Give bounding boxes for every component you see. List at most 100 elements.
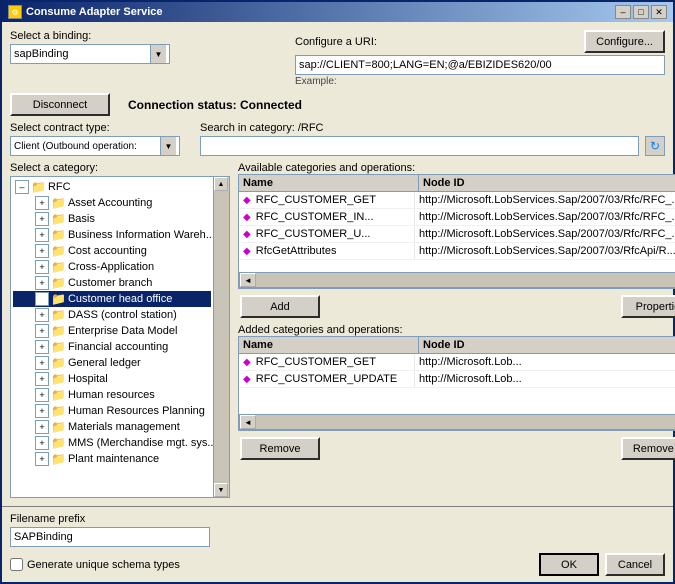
tree-item-biw[interactable]: + 📁 Business Information Wareh... xyxy=(13,227,211,243)
tree-item-edm[interactable]: + 📁 Enterprise Data Model xyxy=(13,323,211,339)
window-title: Consume Adapter Service xyxy=(26,6,163,18)
folder-icon-finacc: 📁 xyxy=(51,340,66,354)
added-row-0[interactable]: ◆ RFC_CUSTOMER_GET http://Microsoft.Lob.… xyxy=(239,354,675,371)
avail-body-with-scroll: ◆ RFC_CUSTOMER_GET http://Microsoft.LobS… xyxy=(239,192,675,272)
avail-cell-name-3: ◆ RfcGetAttributes xyxy=(239,243,415,259)
tree-expand-mms[interactable]: + xyxy=(35,436,49,450)
tree-item-mms[interactable]: + 📁 MMS (Merchandise mgt. sys... xyxy=(13,435,211,451)
avail-h-track xyxy=(256,273,675,287)
tree-item-cost[interactable]: + 📁 Cost accounting xyxy=(13,243,211,259)
added-diamond-1: ◆ xyxy=(243,374,251,385)
available-table: Name Node ID ◆ RFC_CUSTOMER_G xyxy=(238,174,675,289)
avail-row-3[interactable]: ◆ RfcGetAttributes http://Microsoft.LobS… xyxy=(239,243,675,260)
contract-type-section: Select contract type: Client (Outbound o… xyxy=(10,122,180,156)
folder-icon: 📁 xyxy=(31,180,46,194)
filename-input[interactable] xyxy=(10,527,210,547)
added-row-1[interactable]: ◆ RFC_CUSTOMER_UPDATE http://Microsoft.L… xyxy=(239,371,675,388)
main-area: Select a category: – 📁 RFC xyxy=(10,162,665,498)
tree-h-scrollbar[interactable]: ◄ ► xyxy=(11,497,229,498)
added-rows-area: ◆ RFC_CUSTOMER_GET http://Microsoft.Lob.… xyxy=(239,354,675,414)
ok-button[interactable]: OK xyxy=(539,553,599,576)
tree-expand-plant[interactable]: + xyxy=(35,452,49,466)
tree-item-hospital[interactable]: + 📁 Hospital xyxy=(13,371,211,387)
window-icon: ⚙ xyxy=(8,5,22,19)
folder-icon-plant: 📁 xyxy=(51,452,66,466)
remove-all-button[interactable]: Remove All xyxy=(621,437,675,460)
disconnect-button[interactable]: Disconnect xyxy=(10,93,110,116)
tree-scroll-area[interactable]: – 📁 RFC + 📁 Asset Accounting xyxy=(11,177,213,497)
tree-expand-dass[interactable]: + xyxy=(35,308,49,322)
available-label: Available categories and operations: xyxy=(238,162,415,174)
added-scroll-left[interactable]: ◄ xyxy=(240,415,256,429)
tree-root-rfc[interactable]: – 📁 RFC xyxy=(13,179,211,195)
remove-button[interactable]: Remove xyxy=(240,437,320,460)
category-label: Select a category: xyxy=(10,162,230,174)
binding-dropdown[interactable]: sapBinding ▼ xyxy=(10,44,170,64)
binding-dropdown-arrow: ▼ xyxy=(150,45,166,63)
avail-col-name: Name xyxy=(239,175,419,191)
minimize-button[interactable]: – xyxy=(615,5,631,19)
uri-input[interactable] xyxy=(295,55,665,75)
tree-item-asset[interactable]: + 📁 Asset Accounting xyxy=(13,195,211,211)
tree-vertical-scrollbar[interactable]: ▲ ▼ xyxy=(213,177,229,497)
binding-section: Select a binding: sapBinding ▼ xyxy=(10,30,291,64)
tree-expand-cross[interactable]: + xyxy=(35,260,49,274)
avail-row-2[interactable]: ◆ RFC_CUSTOMER_U... http://Microsoft.Lob… xyxy=(239,226,675,243)
tree-expand-rfc[interactable]: – xyxy=(15,180,29,194)
tree-expand-custhead[interactable]: + xyxy=(35,292,49,306)
diamond-icon-3: ◆ xyxy=(243,246,251,257)
search-input[interactable] xyxy=(200,136,639,156)
tree-expand-gl[interactable]: + xyxy=(35,356,49,370)
tree-item-matmgmt[interactable]: + 📁 Materials management xyxy=(13,419,211,435)
avail-cell-nodeid-2: http://Microsoft.LobServices.Sap/2007/03… xyxy=(415,226,675,242)
cancel-button[interactable]: Cancel xyxy=(605,553,665,576)
tree-expand-asset[interactable]: + xyxy=(35,196,49,210)
tree-item-hrp[interactable]: + 📁 Human Resources Planning xyxy=(13,403,211,419)
maximize-button[interactable]: □ xyxy=(633,5,649,19)
tree-item-plant[interactable]: + 📁 Plant maintenance xyxy=(13,451,211,467)
title-bar: ⚙ Consume Adapter Service – □ ✕ xyxy=(2,2,673,22)
tree-expand-hrp[interactable]: + xyxy=(35,404,49,418)
tree-expand-biw[interactable]: + xyxy=(35,228,49,242)
add-button[interactable]: Add xyxy=(240,295,320,318)
tree-item-cross[interactable]: + 📁 Cross-Application xyxy=(13,259,211,275)
contract-dropdown[interactable]: Client (Outbound operation: ▼ xyxy=(10,136,180,156)
contract-type-label: Select contract type: xyxy=(10,122,110,134)
tree-scroll-down[interactable]: ▼ xyxy=(214,483,228,497)
added-h-scrollbar[interactable]: ◄ ► xyxy=(239,414,675,430)
tree-item-dass[interactable]: + 📁 DASS (control station) xyxy=(13,307,211,323)
diamond-icon-0: ◆ xyxy=(243,195,251,206)
added-diamond-0: ◆ xyxy=(243,357,251,368)
folder-icon-hr: 📁 xyxy=(51,388,66,402)
refresh-button[interactable]: ↻ xyxy=(645,136,665,156)
tree-expand-basis[interactable]: + xyxy=(35,212,49,226)
tree-expand-hr[interactable]: + xyxy=(35,388,49,402)
folder-icon-edm: 📁 xyxy=(51,324,66,338)
schema-checkbox[interactable] xyxy=(10,558,23,571)
configure-button[interactable]: Configure... xyxy=(584,30,665,53)
tree-item-basis[interactable]: + 📁 Basis xyxy=(13,211,211,227)
tree-item-finacc[interactable]: + 📁 Financial accounting xyxy=(13,339,211,355)
avail-row-0[interactable]: ◆ RFC_CUSTOMER_GET http://Microsoft.LobS… xyxy=(239,192,675,209)
tree-expand-custbranch[interactable]: + xyxy=(35,276,49,290)
tree-scroll-up[interactable]: ▲ xyxy=(214,177,228,191)
avail-scroll-left[interactable]: ◄ xyxy=(240,273,256,287)
close-button[interactable]: ✕ xyxy=(651,5,667,19)
bottom-area: Filename prefix Generate unique schema t… xyxy=(2,506,673,582)
avail-row-1[interactable]: ◆ RFC_CUSTOMER_IN... http://Microsoft.Lo… xyxy=(239,209,675,226)
tree-item-hr[interactable]: + 📁 Human resources xyxy=(13,387,211,403)
added-body-with-scroll: ◆ RFC_CUSTOMER_GET http://Microsoft.Lob.… xyxy=(239,354,675,414)
tree-expand-finacc[interactable]: + xyxy=(35,340,49,354)
tree-item-custhead[interactable]: + 📁 Customer head office xyxy=(13,291,211,307)
tree-expand-hospital[interactable]: + xyxy=(35,372,49,386)
tree-item-gl[interactable]: + 📁 General ledger xyxy=(13,355,211,371)
tree-expand-edm[interactable]: + xyxy=(35,324,49,338)
properties-button[interactable]: Properties xyxy=(621,295,675,318)
avail-h-scrollbar[interactable]: ◄ ► xyxy=(239,272,675,288)
available-table-body: ◆ RFC_CUSTOMER_GET http://Microsoft.LobS… xyxy=(239,192,675,272)
tree-expand-matmgmt[interactable]: + xyxy=(35,420,49,434)
tree-expand-cost[interactable]: + xyxy=(35,244,49,258)
tree-item-custbranch[interactable]: + 📁 Customer branch xyxy=(13,275,211,291)
add-properties-row: Add Properties xyxy=(238,295,675,318)
uri-label: Configure a URI: xyxy=(295,36,377,48)
